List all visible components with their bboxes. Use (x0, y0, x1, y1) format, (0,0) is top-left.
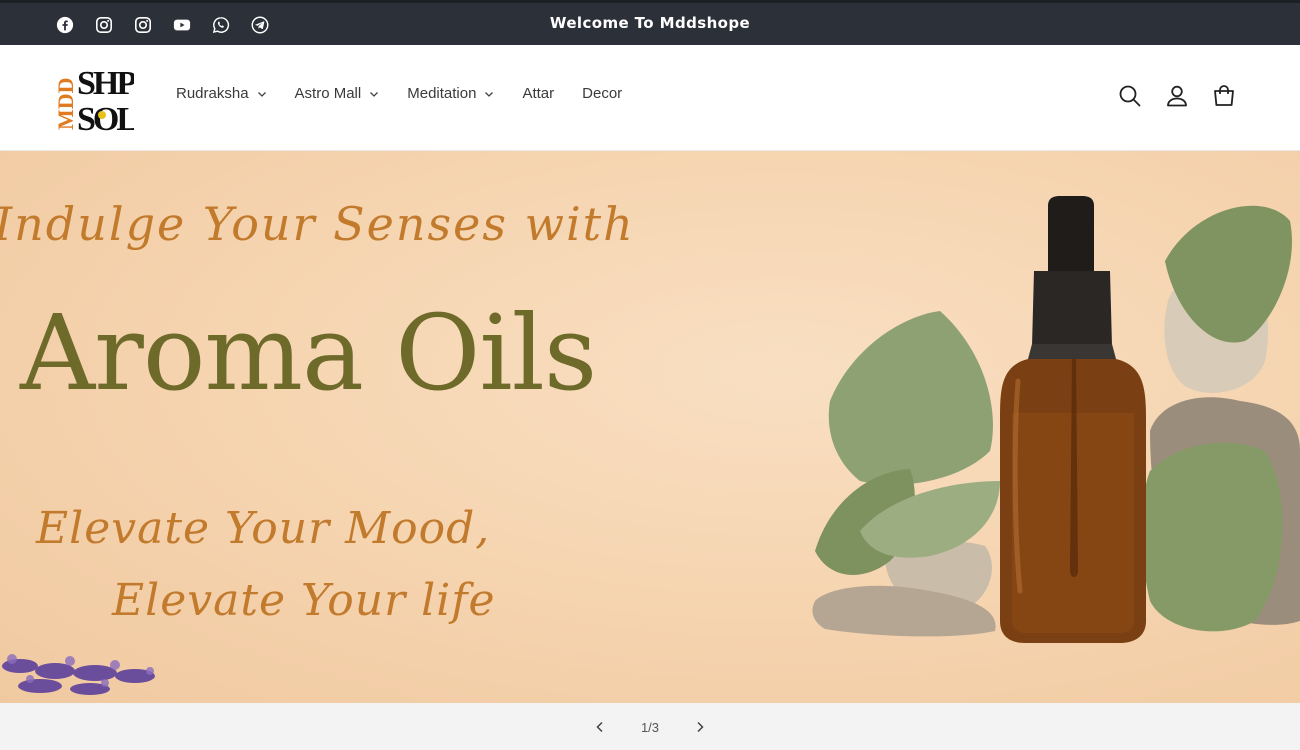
slider-nav: 1/3 (590, 717, 710, 737)
site-logo[interactable]: MDD SHP SOLE (58, 60, 134, 132)
nav-label: Decor (582, 85, 623, 102)
nav-item-astro-mall[interactable]: Astro Mall (295, 85, 380, 102)
nav-item-rudraksha[interactable]: Rudraksha (176, 85, 267, 102)
nav-label: Attar (522, 85, 555, 102)
announcement-text: Welcome To Mddshope (549, 14, 751, 32)
nav-item-decor[interactable]: Decor (582, 85, 622, 102)
hero-line-4: Elevate Your life (112, 575, 496, 626)
announcement-bar: Welcome To Mddshope (0, 0, 1300, 45)
nav-label: Astro Mall (294, 85, 362, 102)
header-actions (1096, 83, 1237, 109)
chevron-left-icon[interactable] (590, 717, 610, 737)
hero-banner[interactable]: Indulge Your Senses with Aroma Oils Elev… (0, 151, 1300, 703)
nav-item-meditation[interactable]: Meditation (407, 85, 494, 102)
hero-title: Aroma Oils (20, 292, 597, 414)
account-icon[interactable] (1164, 83, 1190, 109)
nav-item-attar[interactable]: Attar (522, 85, 554, 102)
logo-mdd: MDD (58, 77, 78, 130)
hero-line-3: Elevate Your Mood, (36, 503, 491, 554)
logo-sh: SHP (77, 65, 134, 102)
search-icon[interactable] (1117, 83, 1143, 109)
main-nav: Rudraksha Astro Mall Meditation Attar De… (176, 85, 650, 102)
site-header: MDD SHP SOLE Rudraksha Astro Mall Medita… (0, 45, 1300, 151)
chevron-right-icon[interactable] (690, 717, 710, 737)
nav-label: Meditation (407, 85, 477, 102)
slide-counter: 1/3 (640, 719, 660, 735)
chevron-down-icon (369, 89, 379, 99)
chevron-down-icon (257, 89, 267, 99)
cart-icon[interactable] (1211, 83, 1237, 109)
chevron-down-icon (484, 89, 494, 99)
slider-controls: 1/3 (0, 703, 1300, 750)
hero-line-1: Indulge Your Senses with (0, 197, 635, 251)
nav-label: Rudraksha (176, 85, 249, 102)
